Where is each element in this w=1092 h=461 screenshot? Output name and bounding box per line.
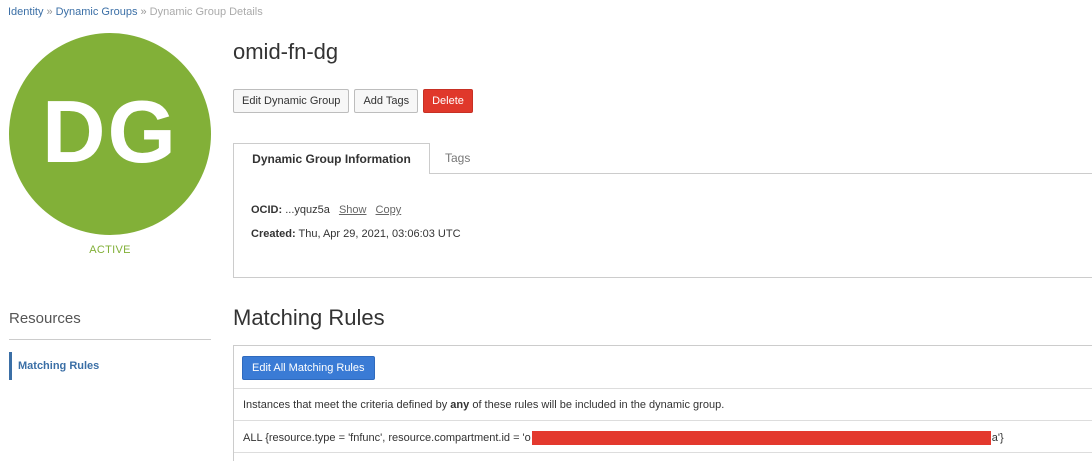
copy-ocid-link[interactable]: Copy	[376, 204, 402, 216]
redaction-block	[531, 431, 991, 445]
resources-heading: Resources	[9, 310, 81, 327]
ocid-label: OCID:	[251, 204, 283, 216]
created-row: Created: Thu, Apr 29, 2021, 03:06:03 UTC	[251, 228, 461, 240]
matching-rule-row: ALL {resource.type = 'fnfunc', resource.…	[243, 431, 1004, 445]
resources-divider	[9, 339, 211, 340]
edit-dynamic-group-button[interactable]: Edit Dynamic Group	[233, 89, 350, 113]
status-badge: ACTIVE	[89, 244, 131, 256]
breadcrumb-separator: »	[46, 6, 53, 18]
created-label: Created:	[251, 228, 296, 240]
matching-rules-panel: Edit All Matching Rules Instances that m…	[233, 345, 1092, 461]
breadcrumb-current: Dynamic Group Details	[149, 6, 263, 18]
rules-description-prefix: Instances that meet the criteria defined…	[243, 399, 448, 411]
avatar: DG	[9, 33, 211, 235]
avatar-initials: DG	[42, 82, 178, 181]
breadcrumb-dynamic-groups[interactable]: Dynamic Groups	[56, 6, 138, 18]
action-toolbar: Edit Dynamic Group Add Tags Delete	[233, 89, 473, 113]
tab-strip: Dynamic Group Information Tags	[233, 143, 1092, 174]
rules-divider	[234, 420, 1092, 421]
rule-text-suffix: '}	[997, 432, 1004, 444]
rules-description-emphasis: any	[450, 399, 470, 411]
matching-rules-title: Matching Rules	[233, 305, 385, 330]
show-ocid-link[interactable]: Show	[339, 204, 367, 216]
add-tags-button[interactable]: Add Tags	[354, 89, 419, 113]
rules-description: Instances that meet the criteria defined…	[243, 399, 724, 411]
rule-text-prefix: ALL {resource.type = 'fnfunc', resource.…	[243, 432, 525, 444]
tab-tags[interactable]: Tags	[445, 143, 470, 173]
page-title: omid-fn-dg	[233, 39, 339, 64]
sidebar-item-label: Matching Rules	[18, 360, 100, 372]
breadcrumb-identity[interactable]: Identity	[8, 6, 43, 18]
rules-description-suffix: of these rules will be included in the d…	[472, 399, 725, 411]
delete-button[interactable]: Delete	[423, 89, 473, 113]
rule-redacted-start: o	[524, 432, 531, 444]
rules-divider	[234, 452, 1092, 453]
sidebar-item-matching-rules[interactable]: Matching Rules	[9, 352, 211, 380]
info-panel: OCID: ...yquz5a Show Copy Created: Thu, …	[233, 173, 1092, 278]
created-value: Thu, Apr 29, 2021, 03:06:03 UTC	[298, 228, 461, 240]
ocid-value: ...yquz5a	[285, 204, 330, 216]
dynamic-group-details-page: Identity» Dynamic Groups» Dynamic Group De…	[0, 0, 1092, 461]
breadcrumb: Identity» Dynamic Groups» Dynamic Group De…	[8, 6, 263, 18]
rules-divider	[234, 388, 1092, 389]
edit-all-matching-rules-button[interactable]: Edit All Matching Rules	[242, 356, 375, 380]
ocid-row: OCID: ...yquz5a Show Copy	[251, 204, 401, 216]
rules-toolbar: Edit All Matching Rules	[242, 356, 375, 380]
breadcrumb-separator: »	[140, 6, 147, 18]
tab-dynamic-group-information[interactable]: Dynamic Group Information	[233, 143, 430, 174]
